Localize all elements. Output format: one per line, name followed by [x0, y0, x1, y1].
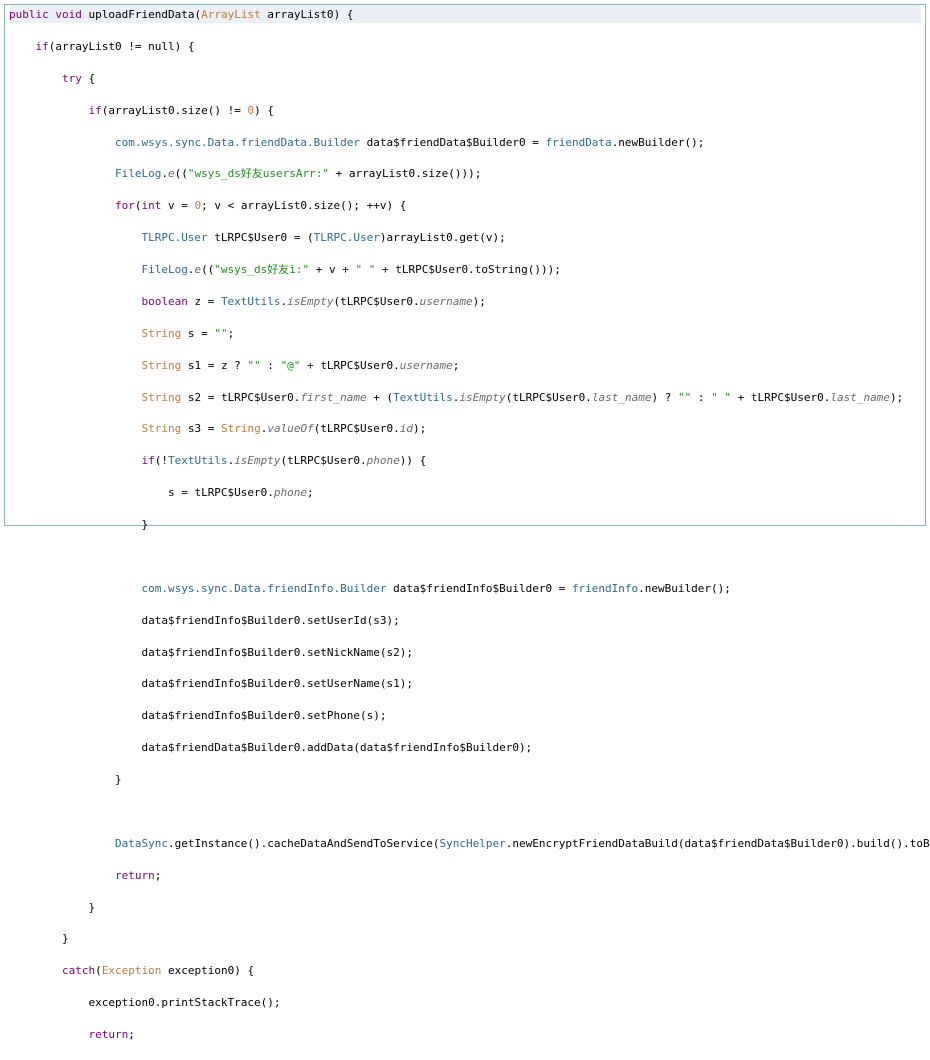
- code-frame: public void uploadFriendData(ArrayList a…: [4, 4, 926, 526]
- code-block: public void uploadFriendData(ArrayList a…: [5, 5, 925, 1060]
- code-line: public void uploadFriendData(ArrayList a…: [9, 5, 921, 23]
